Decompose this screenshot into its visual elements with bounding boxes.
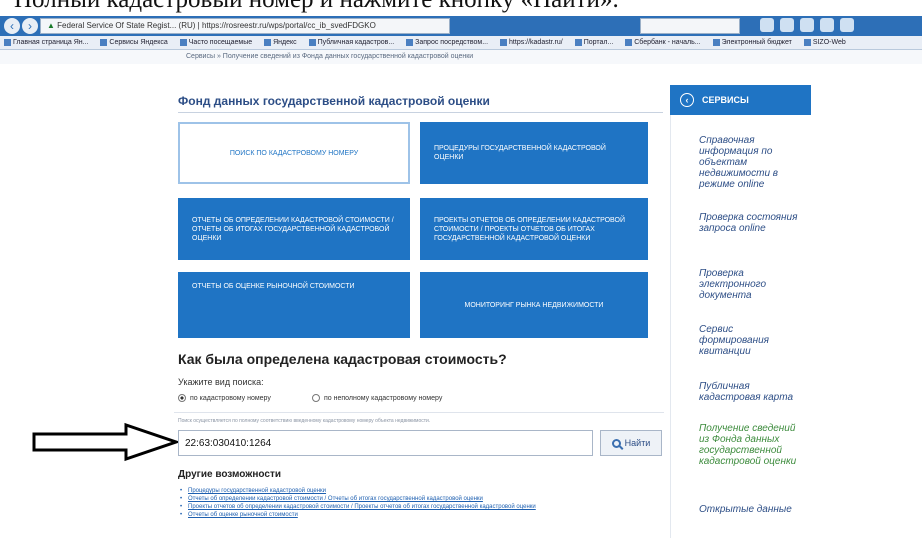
- star-icon[interactable]: [800, 18, 814, 32]
- toolbar-icons: [760, 18, 920, 34]
- radio-full-number[interactable]: по кадастровому номеру: [178, 394, 271, 402]
- bookmark-icon: [625, 38, 633, 46]
- find-button[interactable]: Найти: [600, 430, 662, 456]
- cadastral-number-input[interactable]: [178, 430, 593, 456]
- bookmark-item[interactable]: Сбербанк - началь...: [625, 36, 701, 49]
- search-icon: [611, 438, 621, 448]
- back-arrow-icon[interactable]: ‹: [4, 18, 20, 34]
- services-header[interactable]: ‹ СЕРВИСЫ: [670, 85, 811, 115]
- chevron-left-icon: ‹: [680, 93, 694, 107]
- bookmark-icon: [406, 38, 414, 46]
- tile-search-cadastral[interactable]: ПОИСК ПО КАДАСТРОВОМУ НОМЕРУ: [178, 122, 410, 184]
- bookmark-item[interactable]: Яндекс: [264, 36, 297, 49]
- other-link[interactable]: Отчеты об определении кадастровой стоимо…: [180, 495, 650, 503]
- bookmark-item[interactable]: Электронный бюджет: [712, 36, 792, 49]
- bookmark-item[interactable]: Публичная кадастров...: [308, 36, 394, 49]
- search-type-label: Укажите вид поиска:: [178, 377, 264, 387]
- bookmark-item[interactable]: SIZO-Web: [803, 36, 846, 49]
- radio-empty-icon: [312, 394, 320, 402]
- bookmark-icon: [308, 38, 316, 46]
- other-link[interactable]: Процедуры государственной кадастровой оц…: [180, 487, 650, 495]
- bookmark-item[interactable]: Запрос посредством...: [406, 36, 488, 49]
- service-link[interactable]: Публичная кадастровая карта: [699, 381, 804, 403]
- bookmark-icon: [500, 38, 508, 46]
- other-options-title: Другие возможности: [178, 469, 281, 480]
- bookmark-item[interactable]: Часто посещаемые: [179, 36, 252, 49]
- browser-tabbar: ‹ › ▲ Federal Service Of State Regist...…: [0, 16, 922, 36]
- bookmark-icon: [179, 38, 187, 46]
- service-link-active[interactable]: Получение сведений из Фонда данных госуд…: [699, 423, 804, 467]
- home-icon[interactable]: [820, 18, 834, 32]
- services-panel: Справочная информация по объектам недвиж…: [670, 115, 811, 538]
- tile-draft-reports[interactable]: ПРОЕКТЫ ОТЧЕТОВ ОБ ОПРЕДЕЛЕНИИ КАДАСТРОВ…: [420, 198, 648, 260]
- tile-procedures[interactable]: ПРОЦЕДУРЫ ГОСУДАРСТВЕННОЙ КАДАСТРОВОЙ ОЦ…: [420, 122, 648, 184]
- download-icon[interactable]: [840, 18, 854, 32]
- page-title: Фонд данных государственной кадастровой …: [178, 94, 490, 108]
- bookmark-item[interactable]: https://kadastr.ru/: [500, 36, 563, 49]
- browser-chrome: ‹ › ▲ Federal Service Of State Regist...…: [0, 16, 922, 64]
- service-link[interactable]: Проверка состояния запроса online: [699, 212, 804, 234]
- caption-text: Полный кадастровый номер и нажмите кнопк…: [0, 0, 922, 16]
- service-link[interactable]: Открытые данные: [699, 504, 804, 515]
- bookmark-icon: [712, 38, 720, 46]
- service-link[interactable]: Проверка электронного документа: [699, 268, 804, 301]
- lock-icon: ▲: [47, 21, 55, 30]
- bookmark-icon: [4, 38, 11, 46]
- divider: [174, 412, 664, 413]
- service-link[interactable]: Справочная информация по объектам недвиж…: [699, 135, 804, 190]
- other-link[interactable]: Отчеты об оценке рыночной стоимости: [180, 511, 650, 519]
- bookmark-icon: [264, 38, 272, 46]
- service-link[interactable]: Сервис формирования квитанции: [699, 324, 804, 357]
- bookmark-item[interactable]: Сервисы Яндекса: [100, 36, 168, 49]
- other-link[interactable]: Проекты отчетов об определении кадастров…: [180, 503, 650, 511]
- search-hint: Поиск осуществляется по полному соответс…: [178, 418, 431, 424]
- address-text: Federal Service Of State Regist... (RU) …: [57, 21, 376, 30]
- bookmark-icon: [100, 38, 108, 46]
- reader-icon[interactable]: [780, 18, 794, 32]
- radio-partial-number[interactable]: по неполному кадастровому номеру: [312, 394, 442, 402]
- tile-reports-cadastral[interactable]: ОТЧЕТЫ ОБ ОПРЕДЕЛЕНИИ КАДАСТРОВОЙ СТОИМО…: [178, 198, 410, 260]
- address-bar[interactable]: ▲ Federal Service Of State Regist... (RU…: [40, 18, 450, 34]
- breadcrumb[interactable]: Сервисы » Получение сведений из Фонда да…: [0, 50, 922, 64]
- divider: [178, 112, 663, 113]
- section-title: Как была определена кадастровая стоимост…: [178, 351, 507, 367]
- radio-selected-icon: [178, 394, 186, 402]
- search-bar[interactable]: [640, 18, 740, 34]
- yandex-icon[interactable]: [760, 18, 774, 32]
- forward-arrow-icon[interactable]: ›: [22, 18, 38, 34]
- bookmark-item[interactable]: Главная страница Ян...: [4, 36, 88, 49]
- bookmark-item[interactable]: Портал...: [574, 36, 613, 49]
- pointer-arrow-icon: [32, 422, 180, 462]
- bookmarks-bar: Главная страница Ян... Сервисы Яндекса Ч…: [0, 36, 922, 50]
- tile-market-reports[interactable]: ОТЧЕТЫ ОБ ОЦЕНКЕ РЫНОЧНОЙ СТОИМОСТИ: [178, 272, 410, 338]
- other-options-list: Процедуры государственной кадастровой оц…: [180, 487, 650, 519]
- bookmark-icon: [803, 38, 811, 46]
- tile-market-monitoring[interactable]: МОНИТОРИНГ РЫНКА НЕДВИЖИМОСТИ: [420, 272, 648, 338]
- bookmark-icon: [574, 38, 582, 46]
